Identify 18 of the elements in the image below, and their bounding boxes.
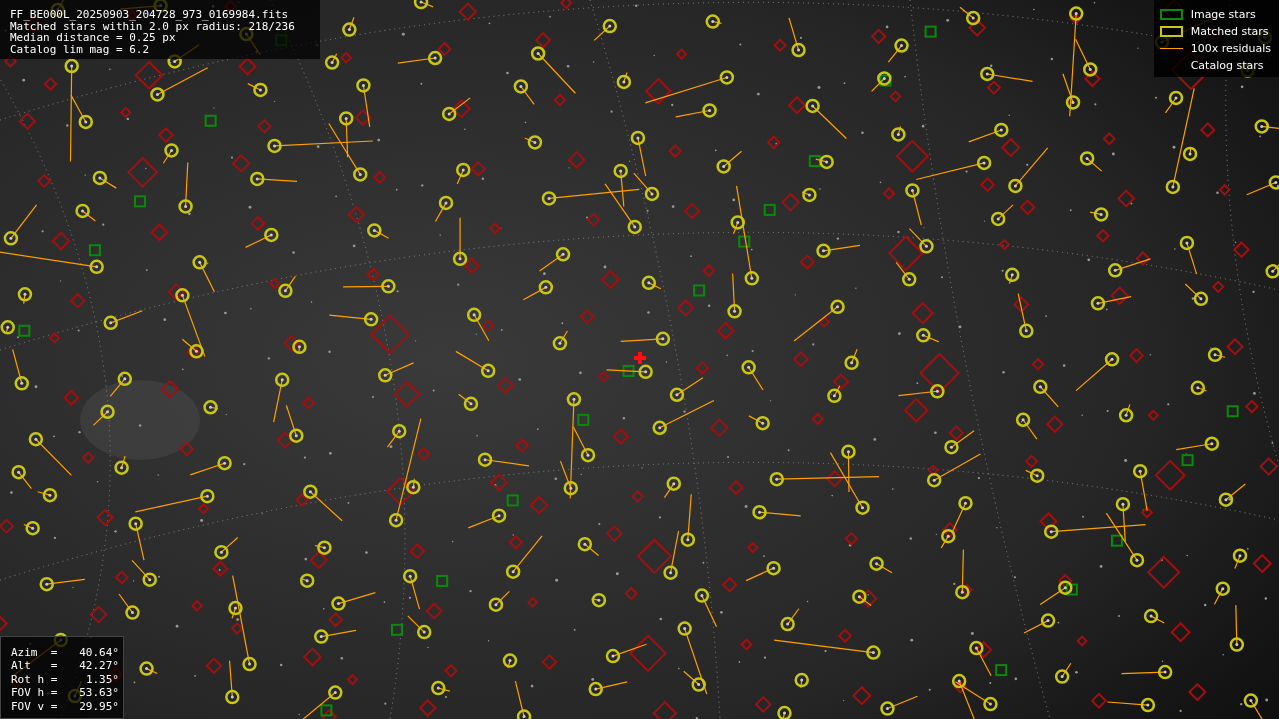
pointing-label: FOV h =	[11, 687, 58, 700]
pointing-label: FOV v =	[11, 700, 58, 713]
pointing-label: Azim =	[11, 646, 58, 659]
info-text: Catalog lim mag = 6.2	[10, 43, 151, 55]
pointing-value: 53.63°	[79, 687, 119, 700]
legend-label: 100x residuals	[1190, 41, 1271, 55]
pointing-value: 29.95°	[79, 700, 119, 713]
info-text: FF_BE000L_20250903_204728_973_0169984.fits	[10, 9, 290, 21]
pointing-value: 40.64°	[79, 646, 119, 659]
legend-label: Matched stars	[1190, 24, 1269, 38]
pointing-label: Alt =	[11, 660, 58, 673]
info-text: Matched stars within 2.0 px radius: 218/236	[10, 20, 296, 32]
pointing-label: Rot h =	[11, 673, 58, 686]
pointing-value: 1.35°	[85, 673, 119, 686]
legend-label: Image stars	[1190, 7, 1256, 21]
info-text: Median distance = 0.25 px	[10, 32, 176, 44]
pointing-value: 42.27°	[79, 660, 119, 673]
legend-label: Catalog stars	[1190, 58, 1264, 72]
